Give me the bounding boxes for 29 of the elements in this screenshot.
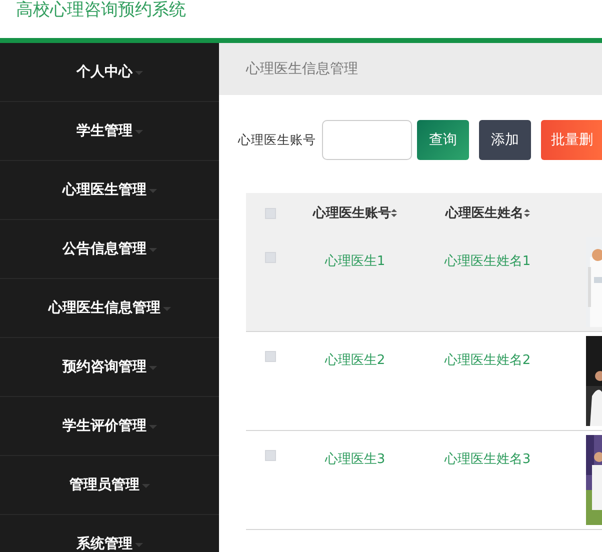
menu-item[interactable]: 学生评价管理 [62, 417, 146, 435]
menu-item[interactable]: 心理医生管理 [62, 181, 146, 199]
menu-item[interactable]: 预约咨询管理 [62, 358, 146, 376]
sort-icon[interactable] [391, 209, 397, 217]
column-header[interactable]: 心理医生姓名 [446, 204, 524, 222]
menu-item[interactable]: 公告信息管理 [62, 240, 146, 258]
app-title: 高校心理咨询预约系统 [16, 0, 186, 20]
breadcrumb: 心理医生信息管理 [246, 60, 358, 78]
menu-item[interactable]: 学生管理 [76, 122, 132, 140]
field-label: 心理医生账号 [238, 132, 316, 148]
table-cell-text: 心理医生姓名3 [444, 451, 531, 468]
table-cell-text: 心理医生姓名2 [444, 352, 531, 369]
checkbox[interactable] [265, 450, 276, 461]
menu-item[interactable]: 管理员管理 [70, 476, 140, 494]
table-cell-text: 心理医生3 [324, 451, 386, 468]
menu-item[interactable]: 个人中心 [76, 63, 132, 81]
table-cell-text: 心理医生姓名1 [444, 253, 531, 270]
search-button[interactable]: 查询 [417, 120, 469, 160]
checkbox[interactable] [265, 252, 276, 263]
table-cell-text: 心理医生2 [324, 352, 386, 369]
checkbox[interactable] [265, 351, 276, 362]
column-header[interactable]: 心理医生账号 [313, 204, 391, 222]
menu-item[interactable]: 系统管理 [76, 535, 132, 552]
account-input-field[interactable] [322, 120, 412, 160]
sort-icon[interactable] [524, 209, 530, 217]
menu-item[interactable]: 心理医生信息管理 [48, 299, 160, 317]
checkbox[interactable] [265, 208, 276, 218]
add-button[interactable]: 添加 [479, 120, 531, 160]
table-cell-text: 心理医生1 [324, 253, 386, 270]
